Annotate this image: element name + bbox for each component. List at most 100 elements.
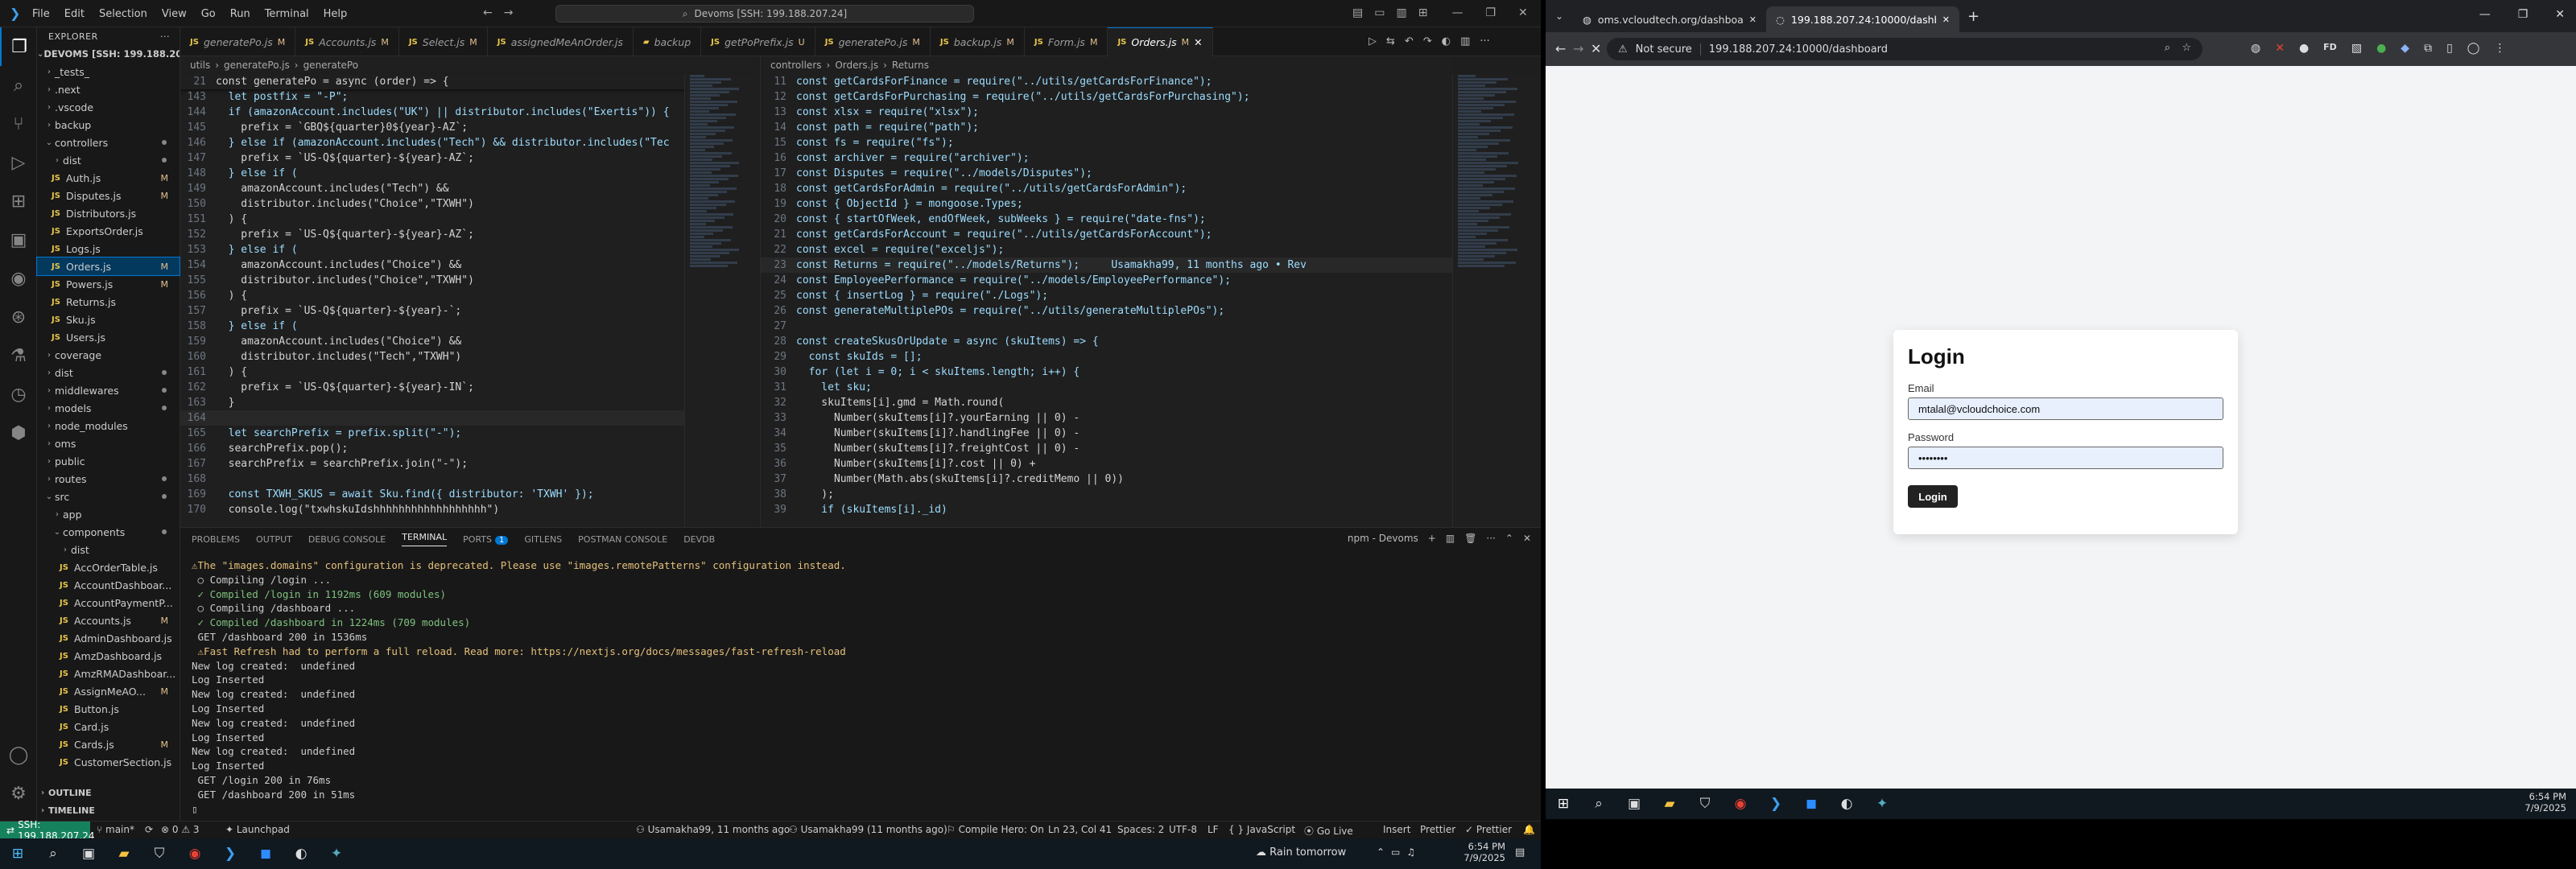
toggle-panel-icon[interactable]: ▭ [1374, 6, 1385, 19]
file-item[interactable]: JS AccountPaymentP... [37, 594, 180, 612]
folder-item[interactable]: ⌄ src [37, 488, 180, 505]
run-debug-icon[interactable]: ▷ [0, 143, 37, 182]
breadcrumb-item[interactable]: generatePo.js [224, 60, 290, 71]
folder-item[interactable]: › dist [37, 541, 180, 558]
breadcrumb-item[interactable]: controllers [770, 60, 822, 71]
search-icon[interactable]: ⌕ [1581, 789, 1616, 819]
folder-item[interactable]: › public [37, 452, 180, 470]
extensions-icon[interactable]: ⊞ [0, 182, 37, 220]
file-item[interactable]: JS Accounts.js M [37, 612, 180, 629]
login-button[interactable]: Login [1908, 485, 1958, 508]
folder-item[interactable]: › .next [37, 80, 180, 98]
stop-loading-icon[interactable]: ✕ [1591, 41, 1601, 56]
blame-status[interactable]: ⚇ Usamakha99, 11 months ago [636, 824, 790, 835]
chrome-icon[interactable]: ◉ [1723, 789, 1758, 819]
problems-status[interactable]: ⊗ 0 ⚠ 3 [161, 824, 200, 835]
editor-tab[interactable]: JS getPoPrefix.js U [701, 27, 815, 56]
chrome-icon[interactable]: ◉ [177, 838, 213, 869]
menu-item-edit[interactable]: Edit [64, 8, 85, 20]
forward-icon[interactable]: → [1573, 41, 1583, 56]
notifications-icon[interactable]: 🔔 [1523, 824, 1535, 835]
not-secure-icon[interactable]: ⚠ [1618, 43, 1628, 56]
folder-item[interactable]: › oms [37, 434, 180, 452]
remote-app-icon[interactable]: ✦ [1864, 789, 1900, 819]
minimize-icon[interactable]: — [2479, 8, 2491, 21]
file-item[interactable]: JS Disputes.js M [37, 187, 180, 204]
go-back-icon[interactable]: ↶ [1405, 35, 1414, 47]
left-minimap[interactable] [684, 74, 757, 527]
prettier-status-2[interactable]: ✓ Prettier [1465, 824, 1512, 835]
folder-item[interactable]: › dist [37, 364, 180, 381]
extension-icon[interactable]: FD [2323, 42, 2337, 55]
folder-item[interactable]: › node_modules [37, 417, 180, 434]
postman-icon[interactable]: ⊛ [0, 298, 37, 336]
right-editor[interactable]: controllers › Orders.js › Returns 11 const ge… [760, 56, 1452, 527]
search-view-icon[interactable]: ⌕ [0, 66, 37, 105]
run-icon[interactable]: ▷ [1368, 35, 1377, 47]
file-item[interactable]: JS Distributors.js [37, 204, 180, 222]
file-item[interactable]: JS Logs.js [37, 240, 180, 257]
close-icon[interactable]: ✕ [1518, 6, 1528, 19]
timeline-icon[interactable]: ◷ [0, 375, 37, 414]
panel-tab-gitlens[interactable]: GITLENS [524, 534, 562, 545]
explorer-icon[interactable]: ❐ [0, 27, 37, 66]
clock-right[interactable]: 6:54 PM 7/9/2025 [2524, 791, 2566, 813]
extension-icon[interactable]: ◆ [2401, 42, 2409, 55]
editor-tab[interactable]: JS backup.js M [931, 27, 1025, 56]
panel-tab-output[interactable]: OUTPUT [256, 534, 292, 545]
extension-icon[interactable]: ◍ [2251, 42, 2260, 55]
remote-app-icon[interactable]: ✦ [319, 838, 354, 869]
vscode-icon[interactable]: ❯ [1758, 789, 1794, 819]
file-item[interactable]: JS Button.js [37, 700, 180, 718]
outline-section[interactable]: › OUTLINE [37, 784, 180, 801]
start-icon[interactable]: ⊞ [1546, 789, 1581, 819]
source-control-icon[interactable]: ⑂ [0, 105, 37, 143]
more-actions-icon[interactable]: ··· [1486, 533, 1495, 544]
panel-tab-ports[interactable]: PORTS 1 [463, 534, 509, 545]
workspace-root[interactable]: ⌄ DEVOMS [SSH: 199.188.20... [37, 45, 180, 63]
folder-item[interactable]: › backup [37, 116, 180, 134]
file-item[interactable]: JS ExportsOrder.js [37, 222, 180, 240]
breadcrumb-item[interactable]: generatePo [303, 60, 359, 71]
editor-tab[interactable]: JS Form.js M [1025, 27, 1108, 56]
toggle-secondary-icon[interactable]: ▥ [1396, 6, 1406, 19]
editor-tab[interactable]: JS generatePo.js M [180, 27, 296, 56]
folder-item[interactable]: ⌄ components [37, 523, 180, 541]
vscode-icon[interactable]: ❯ [213, 838, 248, 869]
prettier-status[interactable]: Prettier [1420, 824, 1455, 835]
close-panel-icon[interactable]: ✕ [1523, 533, 1531, 544]
clock-left[interactable]: 6:54 PM 7/9/2025 [1455, 841, 1505, 863]
file-item[interactable]: JS Orders.js M [36, 257, 180, 276]
tray-icons[interactable]: ⌃▭♫ [1377, 846, 1422, 858]
sync-icon[interactable]: ⟳ [145, 824, 153, 835]
toggle-sidebar-icon[interactable]: ▤ [1352, 6, 1363, 19]
folder-item[interactable]: › models [37, 399, 180, 417]
file-item[interactable]: JS AdminDashboard.js [37, 629, 180, 647]
cursor-position[interactable]: Ln 23, Col 41 [1048, 824, 1112, 835]
extensions-puzzle-icon[interactable]: ⧉ [2424, 42, 2432, 55]
zoom-icon[interactable]: ◼ [1794, 789, 1829, 819]
terminal-name[interactable]: npm - Devoms [1348, 533, 1418, 544]
file-item[interactable]: JS Users.js [37, 328, 180, 346]
zoom-icon[interactable]: ⌕ [2165, 42, 2170, 54]
editor-tab[interactable]: JS Accounts.js M [295, 27, 399, 56]
close-tab-icon[interactable]: ✕ [1942, 14, 1950, 25]
app-icon[interactable]: ◐ [283, 838, 319, 869]
sidepanel-icon[interactable]: ▯ [2446, 42, 2453, 55]
open-changes-icon[interactable]: ◐ [1442, 35, 1451, 47]
folder-item[interactable]: › .vscode [37, 98, 180, 116]
profile-icon[interactable]: ◯ [2467, 42, 2480, 55]
compare-icon[interactable]: ⇆ [1386, 35, 1395, 47]
restore-icon[interactable]: ❐ [1485, 6, 1496, 19]
folder-item[interactable]: › routes [37, 470, 180, 488]
back-icon[interactable]: ← [1555, 41, 1566, 56]
right-minimap[interactable] [1452, 74, 1541, 527]
folder-item[interactable]: › middlewares [37, 381, 180, 399]
panel-tab-devdb[interactable]: DEVDB [683, 534, 715, 545]
encoding-status[interactable]: UTF-8 [1169, 824, 1197, 835]
extension-icon[interactable]: ▧ [2351, 42, 2362, 55]
settings-gear-icon[interactable]: ⚙ [0, 774, 37, 813]
file-item[interactable]: JS Returns.js [37, 293, 180, 311]
compile-hero-status[interactable]: ⚐ Compile Hero: On [947, 824, 1044, 835]
panel-tab-problems[interactable]: PROBLEMS [192, 534, 240, 545]
